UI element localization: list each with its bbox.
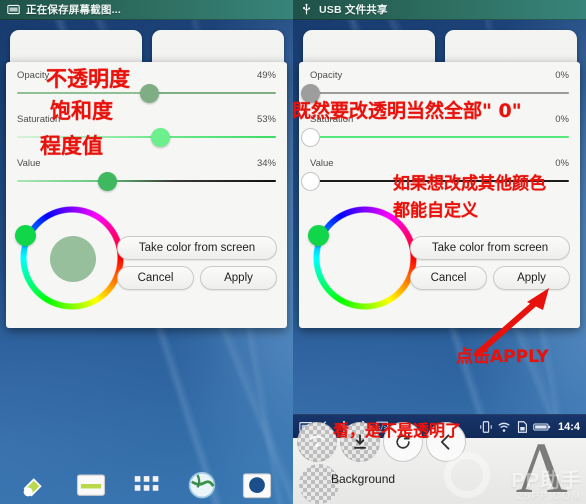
annotation-opacity: 不透明度	[46, 67, 130, 91]
annotation-saturation: 饱和度	[50, 99, 113, 123]
status-bar-left: 正在保存屏幕截图...	[0, 0, 293, 20]
color-wheel-handle-left[interactable]	[15, 225, 36, 246]
browser-icon[interactable]	[184, 466, 220, 502]
slider-knob-saturation-left[interactable]	[151, 128, 171, 147]
dialog-lower-left: Take color from screen Cancel Apply	[6, 200, 287, 320]
slider-value-value-right: 0%	[555, 158, 569, 169]
screenshot-icon	[7, 3, 20, 16]
slider-label-value-right: Value	[310, 158, 334, 169]
left-phone-screenshot: 正在保存屏幕截图... ▲ ▲ ◠ Opacity 49% Saturation…	[0, 0, 293, 504]
slider-track-saturation-right[interactable]	[310, 136, 569, 138]
transparency-preview-button[interactable]	[297, 422, 337, 462]
apply-button-left[interactable]: Apply	[200, 266, 277, 290]
vibrate-icon	[479, 420, 493, 434]
slider-label-value-left: Value	[17, 158, 41, 169]
slider-knob-value-right[interactable]	[300, 172, 320, 191]
annotation-custom-color-line1: 如果想改成其他颜色	[393, 174, 546, 194]
apply-arrow-icon	[474, 288, 549, 357]
status-bar-text-left: 正在保存屏幕截图...	[26, 4, 121, 16]
usb-icon	[300, 3, 313, 16]
annotation-transparent-note: 看，是不是透明了	[333, 421, 462, 440]
annotation-value: 程度值	[40, 134, 103, 158]
annotation-sliders-note: 既然要改透明当然全部" 0"	[293, 100, 522, 122]
slider-row-value-left[interactable]: Value 34%	[6, 156, 287, 200]
cancel-button-left[interactable]: Cancel	[117, 266, 194, 290]
contacts-icon[interactable]	[239, 466, 275, 502]
wifi-icon	[497, 420, 511, 434]
slider-knob-value-left[interactable]	[98, 172, 118, 191]
background-label: Background	[331, 472, 396, 486]
dialog-action-row-left: Cancel Apply	[117, 266, 277, 290]
right-phone-screenshot: USB 文件共享 ▲ ▲ ◠ Opacity 0% Saturation 0% …	[293, 0, 586, 504]
annotation-custom-color-line2: 都能自定义	[393, 201, 478, 221]
slider-value-saturation-left: 53%	[256, 114, 276, 125]
slider-value-opacity-right: 0%	[555, 70, 569, 81]
screenshot-comparison: 正在保存屏幕截图... ▲ ▲ ◠ Opacity 49% Saturation…	[0, 0, 586, 504]
status-bar-text-right: USB 文件共享	[319, 4, 388, 16]
slider-value-opacity-left: 49%	[256, 70, 276, 81]
color-picker-dialog-left[interactable]: Opacity 49% Saturation 53% Value 34% Tak…	[6, 62, 287, 328]
color-preview-right	[343, 236, 389, 282]
slider-track-opacity-right[interactable]	[310, 92, 569, 94]
notes-icon[interactable]	[73, 466, 109, 502]
watermark-glyph: Λ	[515, 428, 568, 504]
app-drawer-icon[interactable]	[128, 466, 164, 502]
wifi-icon	[308, 435, 326, 447]
slider-knob-opacity-left[interactable]	[140, 84, 160, 103]
slider-label-opacity-left: Opacity	[17, 70, 50, 81]
slider-track-value-left[interactable]	[17, 180, 276, 182]
slider-value-value-left: 34%	[256, 158, 276, 169]
take-color-from-screen-button-left[interactable]: Take color from screen	[117, 236, 277, 260]
slider-value-saturation-right: 0%	[555, 114, 569, 125]
home-dock-left	[0, 450, 293, 504]
dialog-buttons-left: Take color from screen Cancel Apply	[117, 236, 277, 290]
color-preview-left	[50, 236, 96, 282]
color-wheel-handle-right[interactable]	[308, 225, 329, 246]
watermark-ring-icon	[444, 452, 490, 498]
tag-icon[interactable]	[18, 466, 54, 502]
slider-knob-saturation-right[interactable]	[300, 128, 320, 147]
slider-label-opacity-right: Opacity	[310, 70, 343, 81]
status-bar-right: USB 文件共享	[293, 0, 586, 20]
take-color-from-screen-button-right[interactable]: Take color from screen	[410, 236, 570, 260]
